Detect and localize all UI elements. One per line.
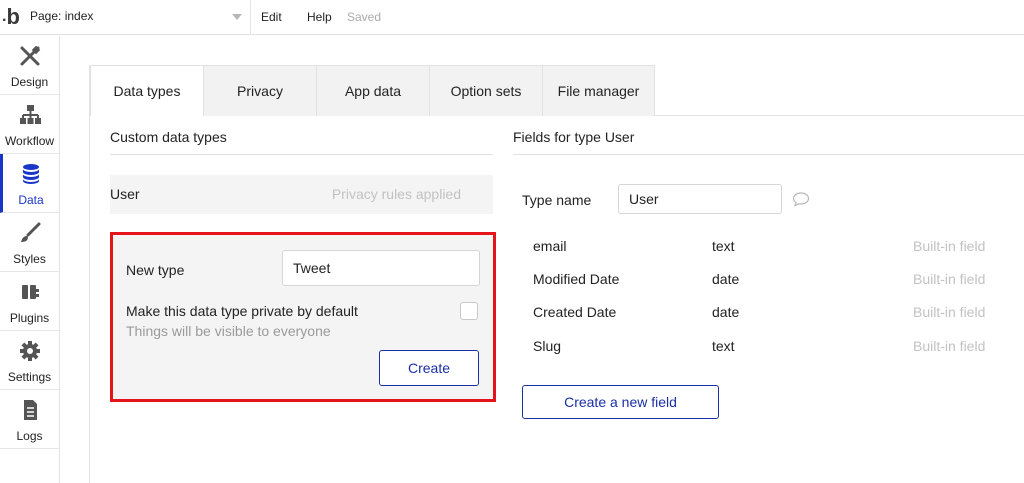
sidebar: Design Workflow Data Styles Plugins Sett… <box>0 36 60 483</box>
sidebar-item-styles[interactable]: Styles <box>0 213 59 272</box>
document-icon <box>23 400 37 420</box>
private-default-checkbox[interactable] <box>460 302 478 320</box>
top-bar: .b Page: index Edit Help Saved <box>0 0 1024 35</box>
database-icon <box>23 164 39 184</box>
chevron-down-icon <box>232 14 242 20</box>
sidebar-item-label: Plugins <box>9 311 50 325</box>
field-note: Built-in field <box>913 304 986 320</box>
field-note: Built-in field <box>913 338 986 354</box>
field-type: date <box>712 271 740 287</box>
sidebar-item-plugins[interactable]: Plugins <box>0 272 59 331</box>
edit-menu[interactable]: Edit <box>261 10 282 24</box>
sidebar-item-label: Settings <box>7 370 52 384</box>
brush-icon <box>20 222 40 242</box>
sidebar-item-label: Data <box>18 193 44 207</box>
comment-icon[interactable] <box>792 191 810 207</box>
field-row[interactable]: Slug text Built-in field <box>522 338 1024 358</box>
divider <box>250 0 251 35</box>
sidebar-item-settings[interactable]: Settings <box>0 331 59 390</box>
tab-underline <box>654 115 1024 116</box>
field-row[interactable]: email text Built-in field <box>522 238 1024 258</box>
data-type-row[interactable]: User Privacy rules applied <box>110 175 493 214</box>
sidebar-item-label: Logs <box>16 429 43 443</box>
new-type-input[interactable] <box>282 250 480 286</box>
tab-data-types[interactable]: Data types <box>90 65 203 116</box>
design-icon <box>20 45 40 66</box>
field-row[interactable]: Modified Date date Built-in field <box>522 271 1024 291</box>
private-default-hint: Things will be visible to everyone <box>126 323 331 339</box>
private-default-label: Make this data type private by default <box>126 303 358 319</box>
new-type-panel: New type Make this data type private by … <box>110 232 496 402</box>
field-note: Built-in field <box>913 271 986 287</box>
data-type-name: User <box>110 186 140 202</box>
field-name: Created Date <box>533 304 617 320</box>
page-selector-label: Page: index <box>30 9 94 23</box>
page-selector[interactable]: Page: index <box>30 9 246 27</box>
bubble-logo[interactable]: .b <box>2 5 24 29</box>
privacy-status: Privacy rules applied <box>331 186 461 202</box>
field-name: email <box>533 238 567 254</box>
type-name-label: Type name <box>522 192 592 208</box>
tab-privacy[interactable]: Privacy <box>203 65 316 116</box>
field-row[interactable]: Created Date date Built-in field <box>522 304 1024 324</box>
custom-types-title: Custom data types <box>110 129 227 145</box>
plug-icon <box>21 285 39 299</box>
field-note: Built-in field <box>913 238 986 254</box>
save-status: Saved <box>347 10 382 24</box>
type-name-input[interactable] <box>618 184 782 214</box>
help-menu[interactable]: Help <box>307 10 332 24</box>
sidebar-item-label: Workflow <box>4 134 55 148</box>
sidebar-item-label: Styles <box>13 252 46 266</box>
tab-app-data[interactable]: App data <box>316 65 429 116</box>
new-type-label: New type <box>126 262 185 278</box>
gear-icon <box>19 341 40 361</box>
tab-file-manager[interactable]: File manager <box>542 65 655 116</box>
fields-panel-title: Fields for type User <box>513 129 635 145</box>
sidebar-item-label: Design <box>10 75 49 89</box>
divider <box>110 154 493 155</box>
sidebar-item-workflow[interactable]: Workflow <box>0 95 59 154</box>
sidebar-item-design[interactable]: Design <box>0 36 59 95</box>
field-name: Modified Date <box>533 271 620 287</box>
workflow-icon <box>19 105 41 124</box>
divider <box>513 154 1024 155</box>
create-type-button[interactable]: Create <box>379 350 479 386</box>
field-type: text <box>712 238 735 254</box>
sidebar-item-data[interactable]: Data <box>0 154 59 213</box>
field-type: date <box>712 304 740 320</box>
field-type: text <box>712 338 735 354</box>
tab-option-sets[interactable]: Option sets <box>429 65 542 116</box>
field-name: Slug <box>533 338 562 354</box>
panel-border <box>89 65 90 483</box>
create-new-field-button[interactable]: Create a new field <box>522 385 719 419</box>
sidebar-item-logs[interactable]: Logs <box>0 390 59 449</box>
